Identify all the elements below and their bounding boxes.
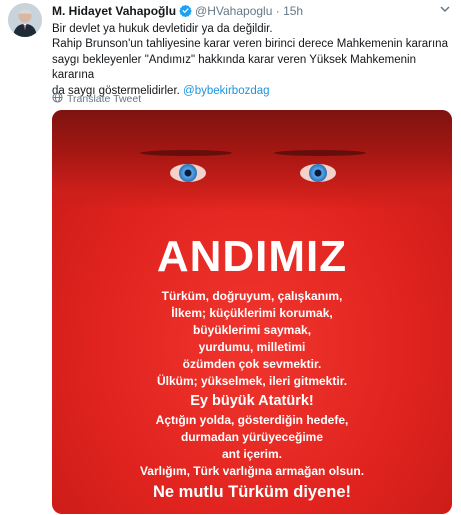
separator-dot: · (275, 4, 280, 18)
poster-title: ANDIMIZ (156, 232, 348, 281)
translate-tweet-button[interactable]: Translate Tweet (52, 92, 141, 106)
tweet-image[interactable]: ANDIMIZ Türküm, doğruyum, çalışkanım, İl… (52, 110, 452, 514)
tweet-text-line: Bir devlet ya hukuk devletidir ya da değ… (52, 23, 273, 35)
oath-line: büyüklerimi saymak, (192, 323, 312, 337)
poster-footer: Ne mutlu Türküm diyene! (152, 483, 352, 501)
left-brow (140, 150, 232, 156)
oath-line: Ülküm; yükselmek, ileri gitmektir. (156, 374, 348, 388)
oath-line: Varlığım, Türk varlığına armağan olsun. (139, 464, 365, 478)
tweet-text: Bir devlet ya hukuk devletidir ya da değ… (52, 22, 452, 99)
oath-line: Türküm, doğruyum, çalışkanım, (161, 289, 343, 303)
oath-line: durmadan yürüyeceğime (180, 430, 324, 444)
tweet-text-line: saygı bekleyenler "Andımız" hakkında kar… (52, 53, 416, 82)
chevron-down-icon[interactable] (439, 3, 451, 18)
mention-link[interactable]: @bybekirbozdag (183, 85, 269, 97)
oath-line: ant içerim. (221, 447, 283, 461)
translate-label: Translate Tweet (67, 93, 142, 105)
left-eye (170, 164, 206, 182)
avatar[interactable] (8, 3, 42, 37)
oath-line: İlkem; küçüklerimi korumak, (171, 306, 333, 320)
author-name[interactable]: M. Hidayet Vahapoğlu (52, 4, 176, 18)
tweet: M. Hidayet Vahapoğlu @HVahapoglu · 15h Bi… (0, 0, 461, 515)
poster-oath: Türküm, doğruyum, çalışkanım, İlkem; küç… (52, 288, 452, 480)
tweet-header: M. Hidayet Vahapoğlu @HVahapoglu · 15h (52, 4, 431, 22)
tweet-timestamp[interactable]: 15h (283, 4, 303, 18)
ataturk-eyes-image (52, 110, 452, 210)
oath-line: Açtığın yolda, gösterdiğin hedefe, (155, 413, 349, 427)
right-eye (300, 164, 336, 182)
globe-icon (52, 92, 63, 106)
oath-line: özümden çok sevmektir. (182, 357, 322, 371)
author-handle[interactable]: @HVahapoglu (195, 4, 272, 18)
oath-line-accent: Ey büyük Atatürk! (190, 393, 314, 409)
tweet-text-line: Rahip Brunson'un tahliyesine karar veren… (52, 38, 448, 51)
verified-badge-icon (179, 4, 192, 20)
right-brow (274, 150, 366, 156)
oath-line: yurdumu, milletimi (198, 340, 306, 354)
